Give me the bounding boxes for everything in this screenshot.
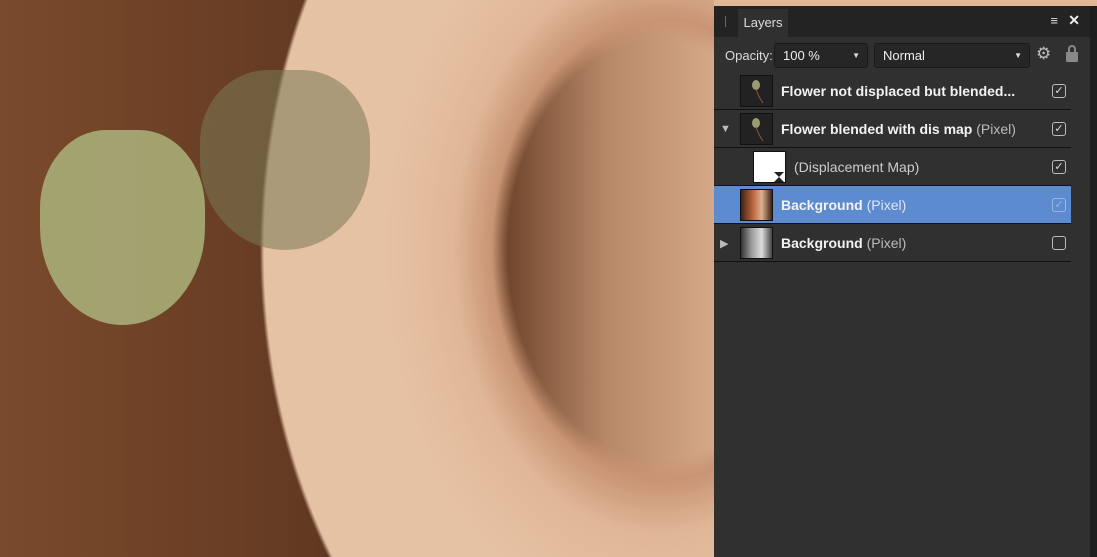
flower-ghost: [200, 70, 370, 250]
visibility-checkbox[interactable]: ✓: [1052, 198, 1066, 212]
layer-row[interactable]: ▶ Background (Pixel): [714, 224, 1071, 262]
layer-type: (Pixel): [866, 197, 907, 213]
tab-layers[interactable]: Layers: [738, 9, 788, 37]
layer-name: Flower not displaced but blended...: [781, 83, 1016, 99]
layers-panel: Layers ≡ ✕ Opacity: 100 % ▼ Normal ▼ ⚙ Flo…: [714, 6, 1090, 557]
blend-mode-value: Normal: [883, 48, 925, 63]
layer-row-selected[interactable]: Background (Pixel) ✓: [714, 186, 1071, 224]
expand-triangle-icon[interactable]: ▼: [720, 123, 731, 135]
layer-row[interactable]: (Displacement Map) ✓: [714, 148, 1071, 186]
scrollbar[interactable]: [1090, 6, 1097, 557]
layer-thumbnail: [740, 75, 773, 107]
chevron-down-icon: ▼: [852, 51, 860, 60]
opacity-select[interactable]: 100 % ▼: [774, 43, 868, 68]
panel-menu-icon[interactable]: ≡: [1050, 13, 1058, 28]
layer-name: Background: [781, 235, 863, 251]
grip-handle[interactable]: [725, 16, 726, 27]
flower-blended: [40, 130, 205, 325]
visibility-checkbox[interactable]: [1052, 236, 1066, 250]
layer-type: (Pixel): [976, 121, 1016, 137]
layer-thumbnail: [740, 227, 773, 259]
layer-type: (Pixel): [866, 235, 907, 251]
layer-row[interactable]: ▼ Flower blended with dis map (Pixel) ✓: [714, 110, 1071, 148]
opacity-value: 100 %: [783, 48, 820, 63]
visibility-checkbox[interactable]: ✓: [1052, 122, 1066, 136]
lock-icon[interactable]: [1066, 44, 1078, 62]
chevron-down-icon: ▼: [1014, 51, 1022, 60]
gear-icon[interactable]: ⚙: [1036, 44, 1051, 64]
layer-row[interactable]: Flower not displaced but blended... ✓: [714, 72, 1071, 110]
layer-name: Background: [781, 197, 863, 213]
panel-tabbar: Layers ≡ ✕: [714, 6, 1090, 37]
layer-name: Flower blended with dis map: [781, 121, 973, 137]
layer-thumbnail: [740, 113, 773, 145]
opacity-label: Opacity:: [725, 48, 773, 63]
blend-mode-select[interactable]: Normal ▼: [874, 43, 1030, 68]
displacement-map-thumbnail: [753, 151, 786, 183]
layer-type: (Displacement Map): [794, 159, 920, 175]
image-canvas[interactable]: [0, 0, 714, 557]
close-icon[interactable]: ✕: [1068, 12, 1080, 29]
layer-thumbnail: [740, 189, 773, 221]
visibility-checkbox[interactable]: ✓: [1052, 84, 1066, 98]
collapse-triangle-icon[interactable]: ▶: [720, 237, 728, 250]
visibility-checkbox[interactable]: ✓: [1052, 160, 1066, 174]
